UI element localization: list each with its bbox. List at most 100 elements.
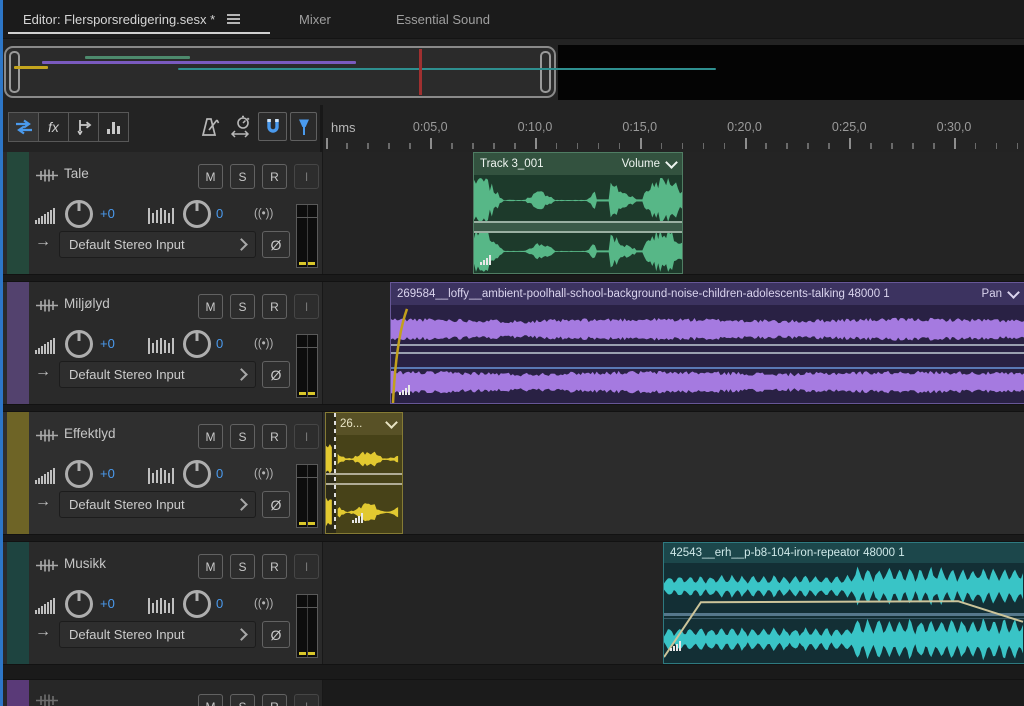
navigator-left-handle[interactable] <box>9 51 20 93</box>
record-arm-button[interactable]: R <box>262 694 287 706</box>
input-monitor-button[interactable]: I <box>294 294 319 319</box>
pan-knob[interactable] <box>183 590 211 618</box>
record-arm-button[interactable]: R <box>262 424 287 449</box>
phase-button[interactable]: Ø <box>262 621 290 648</box>
track-lane-effektlyd[interactable] <box>323 412 1024 534</box>
track-header-musikk: Musikk M S R I +0 0 ((•)) → Default Ster… <box>3 542 322 664</box>
panel-menu-icon[interactable] <box>227 12 240 26</box>
track-divider[interactable] <box>3 404 1024 412</box>
ruler-tick <box>326 138 328 149</box>
volume-knob[interactable] <box>65 460 93 488</box>
pan-knob[interactable] <box>183 460 211 488</box>
razor-tool-button[interactable] <box>68 112 99 142</box>
phase-button[interactable]: Ø <box>262 361 290 388</box>
marker-tool-toggle[interactable] <box>290 112 317 141</box>
track-color-strip[interactable] <box>7 412 29 534</box>
tab-mixer[interactable]: Mixer <box>299 0 331 38</box>
solo-button[interactable]: S <box>230 424 255 449</box>
navigator-playhead[interactable] <box>419 49 422 95</box>
clip-musikk[interactable]: 42543__erh__p-b8-104-iron-repeator 48000… <box>663 542 1024 664</box>
ruler-tick-label: 0:05,0 <box>413 120 448 134</box>
monitor-icon: ((•)) <box>254 598 273 610</box>
phase-button[interactable]: Ø <box>262 231 290 258</box>
tab-essential-sound[interactable]: Essential Sound <box>396 0 490 38</box>
volume-value[interactable]: +0 <box>100 336 115 351</box>
solo-button[interactable]: S <box>230 164 255 189</box>
track-header-effektlyd: Effektlyd M S R I +0 0 ((•)) → Default S… <box>3 412 322 534</box>
input-monitor-button[interactable]: I <box>294 694 319 706</box>
navigator-overflow-area <box>558 45 1024 100</box>
clip-effektlyd[interactable]: 26... <box>325 412 403 534</box>
pan-value[interactable]: 0 <box>216 596 223 611</box>
tools-group: fx <box>8 112 129 142</box>
solo-button[interactable]: S <box>230 294 255 319</box>
move-tool-button[interactable] <box>8 112 39 142</box>
pan-value[interactable]: 0 <box>216 206 223 221</box>
input-select[interactable]: Default Stereo Input <box>59 491 256 518</box>
clip-title-bar[interactable]: 269584__loffy__ambient-poolhall-school-b… <box>391 283 1024 305</box>
clip-miljolyd[interactable]: 269584__loffy__ambient-poolhall-school-b… <box>390 282 1024 404</box>
level-meter <box>296 334 318 398</box>
snapping-toggle[interactable] <box>258 112 287 141</box>
input-select[interactable]: Default Stereo Input <box>59 361 256 388</box>
stereo-balance-icon <box>148 207 174 224</box>
input-select[interactable]: Default Stereo Input <box>59 621 256 648</box>
ruler-tick <box>388 143 390 149</box>
mute-button[interactable]: M <box>198 294 223 319</box>
clip-gain-icon <box>480 255 491 265</box>
track-color-strip[interactable] <box>7 282 29 404</box>
track-name[interactable]: Musikk <box>64 556 106 571</box>
mixer-view-button[interactable] <box>98 112 129 142</box>
clip-edge-marker[interactable] <box>334 413 336 533</box>
input-monitor-button[interactable]: I <box>294 554 319 579</box>
clip-envelope-select[interactable]: Pan <box>982 288 1018 300</box>
clip-title-bar[interactable]: Track 3_001 Volume <box>474 153 682 175</box>
track-color-strip[interactable] <box>7 152 29 274</box>
track-divider[interactable] <box>3 534 1024 542</box>
record-arm-button[interactable]: R <box>262 164 287 189</box>
track-color-strip[interactable] <box>7 542 29 664</box>
solo-button[interactable]: S <box>230 554 255 579</box>
phase-button[interactable]: Ø <box>262 491 290 518</box>
mute-button[interactable]: M <box>198 554 223 579</box>
mute-button[interactable]: M <box>198 164 223 189</box>
pan-knob[interactable] <box>183 330 211 358</box>
pan-value[interactable]: 0 <box>216 466 223 481</box>
record-arm-button[interactable]: R <box>262 294 287 319</box>
navigator-right-handle[interactable] <box>540 51 551 93</box>
input-select[interactable]: Default Stereo Input <box>59 231 256 258</box>
clip-gain-icon <box>670 641 681 651</box>
pan-envelope-line[interactable] <box>391 367 1024 369</box>
mute-button[interactable]: M <box>198 694 223 706</box>
metronome-toggle[interactable] <box>198 114 224 141</box>
volume-knob[interactable] <box>65 330 93 358</box>
track-name[interactable]: Miljølyd <box>64 296 110 311</box>
volume-value[interactable]: +0 <box>100 596 115 611</box>
track-name[interactable]: Tale <box>64 166 89 181</box>
input-monitor-button[interactable]: I <box>294 424 319 449</box>
track-name[interactable]: Effektlyd <box>64 426 116 441</box>
volume-value[interactable]: +0 <box>100 206 115 221</box>
record-arm-button[interactable]: R <box>262 554 287 579</box>
clip-title-bar[interactable]: 42543__erh__p-b8-104-iron-repeator 48000… <box>664 543 1024 563</box>
pan-value[interactable]: 0 <box>216 336 223 351</box>
zoom-navigator-bar[interactable] <box>4 46 556 98</box>
pan-knob[interactable] <box>183 200 211 228</box>
marker-paddle-icon <box>297 118 311 136</box>
volume-knob[interactable] <box>65 590 93 618</box>
effects-rack-button[interactable]: fx <box>38 112 69 142</box>
track-color-strip[interactable] <box>7 680 29 706</box>
timeline-ruler[interactable]: 0:05,00:10,00:15,00:20,00:25,00:30,0 <box>325 105 1024 150</box>
track-divider[interactable] <box>3 274 1024 282</box>
track-divider[interactable] <box>3 664 1024 680</box>
input-monitor-button[interactable]: I <box>294 164 319 189</box>
clip-tale[interactable]: Track 3_001 Volume <box>473 152 683 274</box>
mute-button[interactable]: M <box>198 424 223 449</box>
volume-value[interactable]: +0 <box>100 466 115 481</box>
clip-envelope-select[interactable]: Volume <box>622 158 676 170</box>
track-lane-partial[interactable] <box>323 680 1024 706</box>
clip-waveform-area <box>326 413 402 533</box>
clip-stretch-toggle[interactable] <box>228 112 256 142</box>
volume-knob[interactable] <box>65 200 93 228</box>
solo-button[interactable]: S <box>230 694 255 706</box>
